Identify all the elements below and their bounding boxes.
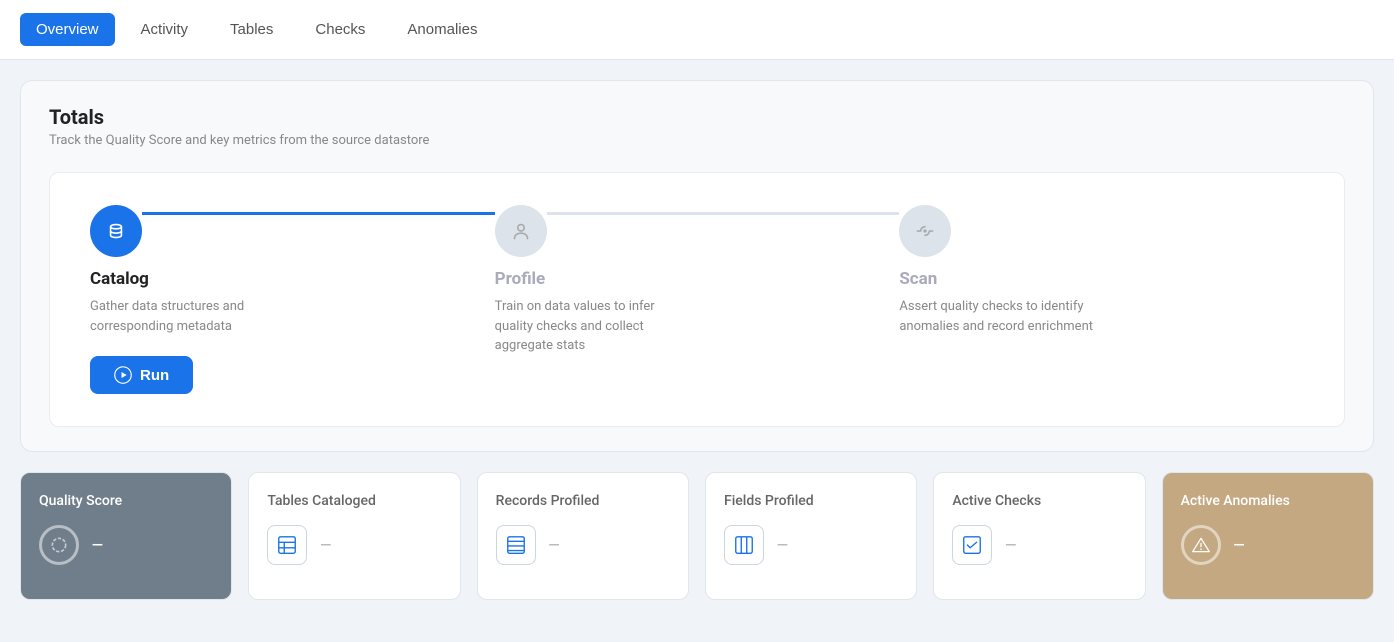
totals-subtitle: Track the Quality Score and key metrics …	[49, 133, 1345, 148]
columns-icon	[733, 534, 755, 556]
warning-icon	[1191, 535, 1211, 555]
metric-fields-profiled: Fields Profiled –	[705, 472, 917, 600]
totals-card: Totals Track the Quality Score and key m…	[20, 80, 1374, 452]
main-content: Totals Track the Quality Score and key m…	[0, 60, 1394, 620]
scan-step-desc: Assert quality checks to identify anomal…	[899, 297, 1099, 336]
metric-tables-cataloged: Tables Cataloged –	[248, 472, 460, 600]
records-profiled-value-row: –	[496, 525, 670, 565]
tables-cataloged-value: –	[319, 533, 332, 557]
nav-tab-overview[interactable]: Overview	[20, 13, 115, 46]
run-button[interactable]: Run	[90, 356, 193, 394]
metric-quality-score: Quality Score –	[20, 472, 232, 600]
profile-step-name: Profile	[495, 269, 695, 289]
active-anomalies-icon	[1181, 525, 1221, 565]
active-anomalies-label: Active Anomalies	[1181, 493, 1355, 509]
catalog-step-desc: Gather data structures and corresponding…	[90, 297, 290, 336]
pipeline-container: Catalog Gather data structures and corre…	[49, 172, 1345, 427]
records-icon	[505, 534, 527, 556]
nav-tab-anomalies[interactable]: Anomalies	[391, 13, 493, 46]
active-checks-icon-box	[952, 525, 992, 565]
nav-tab-activity[interactable]: Activity	[125, 13, 205, 46]
quality-score-value: –	[91, 533, 104, 557]
active-checks-label: Active Checks	[952, 493, 1126, 509]
active-anomalies-value: –	[1233, 533, 1246, 557]
tables-cataloged-icon-box	[267, 525, 307, 565]
connector-catalog-profile	[142, 212, 495, 215]
tables-cataloged-label: Tables Cataloged	[267, 493, 441, 509]
metric-active-checks: Active Checks –	[933, 472, 1145, 600]
fields-profiled-value-row: –	[724, 525, 898, 565]
check-square-icon	[961, 534, 983, 556]
fields-profiled-label: Fields Profiled	[724, 493, 898, 509]
metric-active-anomalies: Active Anomalies –	[1162, 472, 1374, 600]
quality-score-icon	[39, 525, 79, 565]
metrics-row: Quality Score – Tables Cataloged	[20, 472, 1374, 600]
fields-profiled-value: –	[776, 533, 789, 557]
nav-tab-tables[interactable]: Tables	[214, 13, 289, 46]
table-icon	[276, 534, 298, 556]
circle-dash-icon	[49, 535, 69, 555]
tables-cataloged-value-row: –	[267, 525, 441, 565]
records-profiled-label: Records Profiled	[496, 493, 670, 509]
run-label: Run	[140, 367, 169, 384]
records-profiled-icon-box	[496, 525, 536, 565]
nav-tab-checks[interactable]: Checks	[299, 13, 381, 46]
active-checks-value: –	[1004, 533, 1017, 557]
metric-records-profiled: Records Profiled –	[477, 472, 689, 600]
fields-profiled-icon-box	[724, 525, 764, 565]
quality-score-label: Quality Score	[39, 493, 213, 509]
catalog-step-circle	[90, 205, 142, 257]
active-checks-value-row: –	[952, 525, 1126, 565]
records-profiled-value: –	[548, 533, 561, 557]
scan-step-name: Scan	[899, 269, 1099, 289]
catalog-step-name: Catalog	[90, 269, 290, 289]
play-icon	[114, 366, 132, 384]
profile-step-desc: Train on data values to infer quality ch…	[495, 297, 695, 356]
quality-score-value-row: –	[39, 525, 213, 565]
totals-title: Totals	[49, 105, 1345, 129]
connector-profile-scan	[547, 212, 900, 215]
top-navigation: Overview Activity Tables Checks Anomalie…	[0, 0, 1394, 60]
scan-step-circle	[899, 205, 951, 257]
active-anomalies-value-row: –	[1181, 525, 1355, 565]
profile-step-circle	[495, 205, 547, 257]
